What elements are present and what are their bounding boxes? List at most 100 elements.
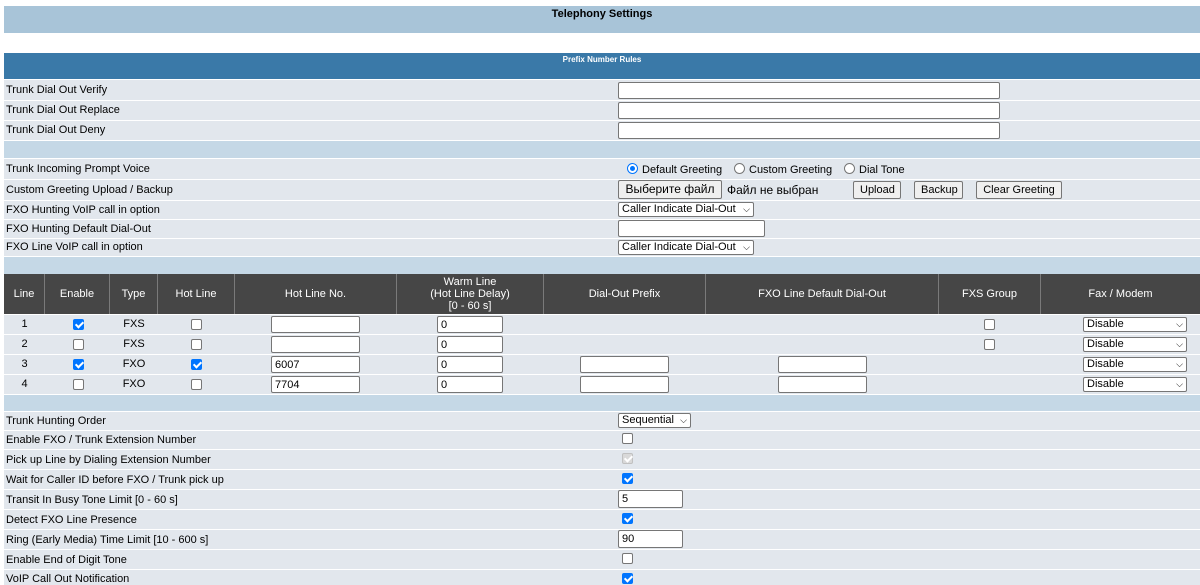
chevron-down-icon: ⌵ [1176,379,1183,389]
dial-out-prefix-input[interactable] [580,376,669,393]
form-row: Trunk Dial Out Replace [4,101,1200,120]
file-status-text: Файл не выбран [727,183,819,197]
fax-modem-select[interactable]: Disable ⌵ [1083,357,1187,372]
form-row: Trunk Dial Out Deny [4,121,1200,140]
page-title: Telephony Settings [551,8,653,20]
chevron-down-icon: ⌵ [1176,339,1183,349]
fax-modem-select[interactable]: Disable ⌵ [1083,337,1187,352]
section-divider [4,395,1200,411]
form-row: Detect FXO Line Presence [4,510,1200,529]
field-label: Detect FXO Line Presence [6,514,137,526]
trunk-dial-out-verify-input[interactable] [618,82,1000,99]
col-header-line: Line [4,274,45,314]
radio-label: Dial Tone [859,164,905,176]
pick-up-line-checkbox [622,453,633,464]
trunk-hunting-order-select[interactable]: Sequential ⌵ [618,413,691,428]
dial-out-prefix-input[interactable] [580,356,669,373]
field-label: Ring (Early Media) Time Limit [10 - 600 … [6,534,209,546]
select-value: Disable [1087,358,1124,370]
warm-line-input[interactable] [437,336,503,353]
hot-line-no-input[interactable] [271,376,360,393]
select-value: Disable [1087,378,1124,390]
line-number: 2 [21,338,28,350]
form-row: FXO Hunting Default Dial-Out [4,220,1200,238]
line-number: 4 [21,378,28,390]
fxo-hunting-default-input[interactable] [618,220,765,237]
busy-tone-limit-input[interactable] [618,490,683,508]
select-value: Disable [1087,318,1124,330]
form-row: Trunk Hunting Order [4,412,1200,430]
form-row: VoIP Call Out Notification [4,570,1200,585]
field-label: Trunk Incoming Prompt Voice [6,163,150,175]
field-label: Trunk Dial Out Deny [6,124,106,136]
hot-line-no-input[interactable] [271,336,360,353]
form-row: Wait for Caller ID before FXO / Trunk pi… [4,470,1200,489]
ring-time-limit-input[interactable] [618,530,683,548]
hot-line-checkbox[interactable] [191,339,202,350]
wait-caller-id-checkbox[interactable] [622,473,633,484]
chevron-down-icon: ⌵ [680,415,687,425]
header-line: [0 - 60 s] [448,300,492,312]
fax-modem-select[interactable]: Disable ⌵ [1083,317,1187,332]
fxo-hunting-voip-select[interactable]: Caller Indicate Dial-Out ⌵ [618,202,754,217]
voip-call-out-notification-checkbox[interactable] [622,573,633,584]
select-value: Sequential [622,414,674,426]
fxo-default-dial-out-input[interactable] [778,376,867,393]
form-row: Enable FXO / Trunk Extension Number [4,431,1200,449]
trunk-dial-out-replace-input[interactable] [618,102,1000,119]
detect-fxo-presence-checkbox[interactable] [622,513,633,524]
field-label: FXO Line VoIP call in option [6,241,143,253]
col-header-fax-modem: Fax / Modem [1041,274,1200,314]
trunk-dial-out-deny-input[interactable] [618,122,1000,139]
field-label: Enable End of Digit Tone [6,554,127,566]
field-label: Trunk Dial Out Replace [6,104,120,116]
section-divider [4,257,1200,274]
default-greeting-radio[interactable] [627,163,638,174]
hot-line-no-input[interactable] [271,316,360,333]
line-number: 3 [21,358,28,370]
section-divider [4,141,1200,158]
field-label: Trunk Hunting Order [6,415,106,427]
page-title-bar: Telephony Settings [4,6,1200,33]
end-of-digit-tone-checkbox[interactable] [622,553,633,564]
choose-file-button[interactable]: Выберите файл [618,180,722,199]
col-header-fxs-group: FXS Group [939,274,1041,314]
warm-line-input[interactable] [437,376,503,393]
fxo-default-dial-out-input[interactable] [778,356,867,373]
line-type: FXO [122,378,146,390]
warm-line-input[interactable] [437,356,503,373]
form-row: Pick up Line by Dialing Extension Number [4,450,1200,469]
table-row [4,315,1200,334]
col-header-hot-line: Hot Line [158,274,235,314]
chevron-down-icon: ⌵ [743,204,750,214]
select-value: Disable [1087,338,1124,350]
header-line: Warm Line [443,276,497,288]
section-header-prefix: Prefix Number Rules [4,53,1200,79]
radio-label: Custom Greeting [749,164,833,176]
enable-fxo-extension-checkbox[interactable] [622,433,633,444]
fxs-group-checkbox[interactable] [984,319,995,330]
col-header-warm-line: Warm Line (Hot Line Delay) [0 - 60 s] [397,274,544,314]
hot-line-checkbox[interactable] [191,319,202,330]
line-type: FXS [123,338,145,350]
dial-tone-radio[interactable] [844,163,855,174]
enable-checkbox[interactable] [73,359,84,370]
fxs-group-checkbox[interactable] [984,339,995,350]
enable-checkbox[interactable] [73,339,84,350]
fax-modem-select[interactable]: Disable ⌵ [1083,377,1187,392]
hot-line-checkbox[interactable] [191,359,202,370]
backup-button[interactable]: Backup [914,181,963,199]
hot-line-no-input[interactable] [271,356,360,373]
upload-button[interactable]: Upload [853,181,901,199]
enable-checkbox[interactable] [73,319,84,330]
field-label: FXO Hunting Default Dial-Out [6,223,151,235]
form-row: FXO Hunting VoIP call in option [4,201,1200,219]
enable-checkbox[interactable] [73,379,84,390]
chevron-down-icon: ⌵ [1176,319,1183,329]
warm-line-input[interactable] [437,316,503,333]
hot-line-checkbox[interactable] [191,379,202,390]
custom-greeting-radio[interactable] [734,163,745,174]
clear-greeting-button[interactable]: Clear Greeting [976,181,1062,199]
fxo-line-voip-select[interactable]: Caller Indicate Dial-Out ⌵ [618,240,754,255]
line-number: 1 [21,318,28,330]
